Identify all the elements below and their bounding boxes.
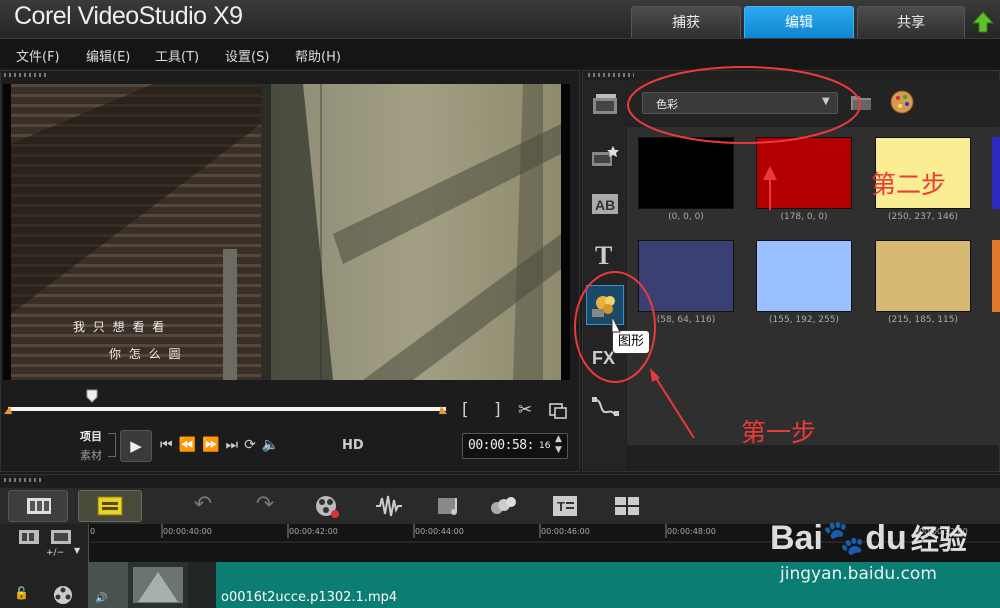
timecode-frame: 16 <box>539 441 551 451</box>
menu-edit[interactable]: 编辑(E) <box>86 46 130 65</box>
mode-clip-label[interactable]: 素材 <box>80 447 102 463</box>
tab-edit[interactable]: 编辑 <box>744 6 854 38</box>
baidu-brand: Bai <box>770 519 823 557</box>
end-icon[interactable]: ⏭ <box>225 437 244 453</box>
upload-arrow-icon[interactable] <box>972 10 994 34</box>
timecode-value: 00:00:58: <box>468 438 534 453</box>
ruler-tick-label: 00:00:42:00 <box>289 527 338 536</box>
transport-controls: ⏮⏪⏩⏭⟳🔈 <box>160 437 285 453</box>
lock-track-icon[interactable]: 🔓 <box>14 586 29 600</box>
svg-text:T: T <box>557 499 565 514</box>
mark-out-icon[interactable]: ] <box>494 400 501 420</box>
motion-tracking-icon[interactable] <box>488 492 518 520</box>
ruler-tick-label: 00:00:44:00 <box>415 527 464 536</box>
menu-file[interactable]: 文件(F) <box>16 46 60 65</box>
mark-out-marker-icon[interactable] <box>437 404 449 416</box>
previous-frame-icon[interactable]: ⏪ <box>179 437 202 453</box>
tab-share[interactable]: 共享 <box>857 6 965 38</box>
chapter-point-icon[interactable] <box>50 528 74 546</box>
mode-switch[interactable] <box>108 433 116 457</box>
app-logo: Corel VideoStudio X9 <box>14 2 243 30</box>
split-clip-icon[interactable]: ✂ <box>518 400 532 420</box>
menu-tools[interactable]: 工具(T) <box>155 46 199 65</box>
baidu-watermark-url: jingyan.baidu.com <box>780 564 937 584</box>
home-icon[interactable]: ⏮ <box>160 437 179 453</box>
redo-icon[interactable]: ↷ <box>250 492 280 520</box>
undo-icon[interactable]: ↶ <box>188 492 218 520</box>
scrub-bar[interactable] <box>8 407 446 411</box>
audio-indicator-icon: 🔊 <box>95 593 108 604</box>
step-two-annotation: 第二步 <box>871 170 947 199</box>
record-capture-icon[interactable] <box>312 492 342 520</box>
track-menu-chevron-icon[interactable]: ▼ <box>74 546 80 555</box>
next-frame-icon[interactable]: ⏩ <box>202 437 225 453</box>
subtitle-line-1: 我 只 想 看 看 <box>73 320 167 334</box>
play-button[interactable]: ▶ <box>120 430 152 462</box>
multi-camera-icon[interactable] <box>612 492 642 520</box>
ruler-tick-label: 00:00:40:00 <box>163 527 212 536</box>
menu-settings[interactable]: 设置(S) <box>225 46 269 65</box>
storyboard-icon <box>27 498 51 514</box>
audio-mixer-icon[interactable] <box>374 492 404 520</box>
mark-in-icon[interactable]: [ <box>462 400 469 420</box>
hd-toggle[interactable]: HD <box>342 438 364 453</box>
clip-filename[interactable]: o0016t2ucce.p1302.1.mp4 <box>221 590 397 605</box>
panel-grip[interactable] <box>4 73 46 77</box>
baidu-brand-suffix: du <box>865 519 907 557</box>
subtitle-line-2: 你 怎 么 圆 <box>109 347 183 361</box>
volume-icon[interactable]: 🔈 <box>262 437 285 453</box>
panel-grip[interactable] <box>4 478 44 482</box>
playhead-handle-icon[interactable] <box>86 389 98 403</box>
ruler-tick-label: 00:00:48:00 <box>667 527 716 536</box>
video-track-reel-icon[interactable] <box>52 584 74 606</box>
ruler-start-label: 0 <box>90 527 96 536</box>
track-manager-icon[interactable] <box>18 528 42 546</box>
track-add-control[interactable]: +/− <box>46 548 64 558</box>
repeat-icon[interactable]: ⟳ <box>244 437 262 453</box>
video-preview <box>3 84 570 380</box>
ruler-tick-label: 00:00:46:00 <box>541 527 590 536</box>
tab-capture[interactable]: 捕获 <box>631 6 741 38</box>
timeline-view-icon <box>97 496 123 516</box>
paw-icon: 🐾 <box>822 519 866 557</box>
auto-music-icon[interactable] <box>436 492 466 520</box>
mark-in-marker-icon[interactable] <box>2 404 14 416</box>
annotation-overlay <box>574 66 861 439</box>
step-one-annotation: 第一步 <box>741 418 817 447</box>
mode-project-label[interactable]: 项目 <box>80 428 102 444</box>
menu-help[interactable]: 帮助(H) <box>295 46 341 65</box>
subtitle-editor-icon[interactable]: T <box>550 492 580 520</box>
watermark-product: 经验 <box>910 524 967 555</box>
baidu-watermark-logo: Bai🐾du 经验 <box>770 518 967 558</box>
